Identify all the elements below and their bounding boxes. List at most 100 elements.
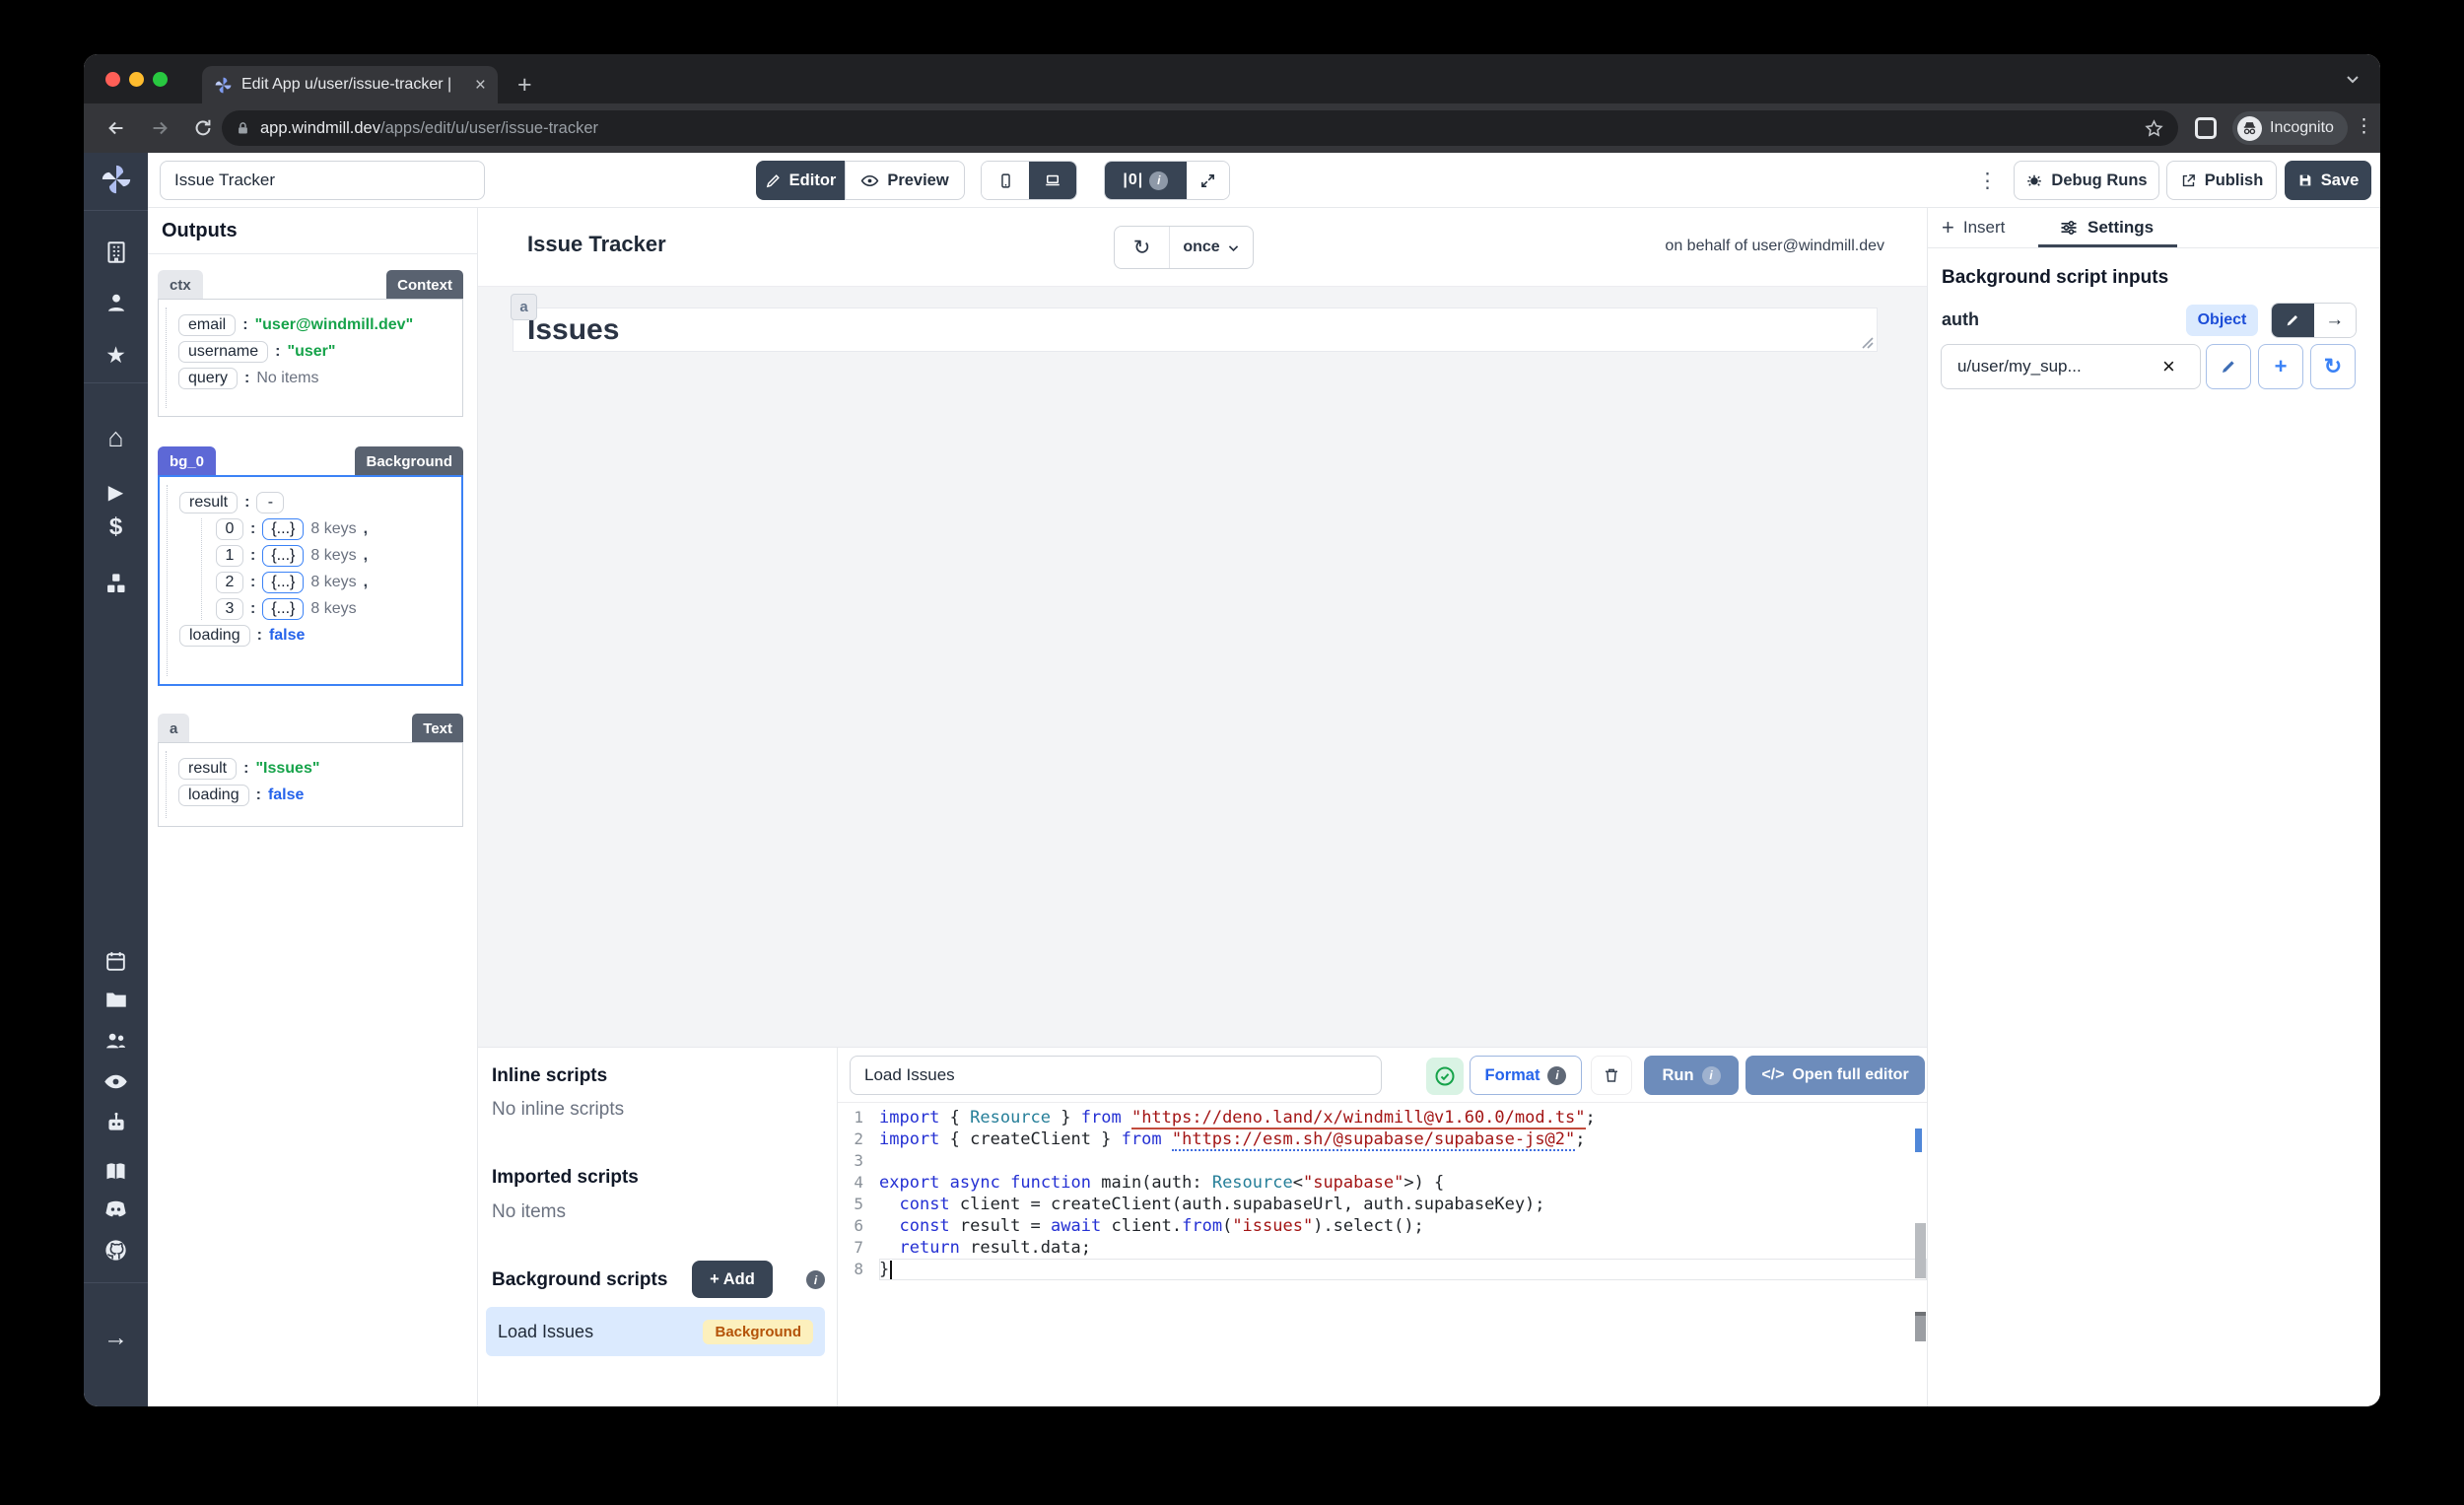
schedule-dropdown[interactable]: once (1170, 227, 1253, 268)
outputs-toggle-glyph: |0| (1123, 171, 1143, 189)
browser-menu-icon[interactable]: ⋮ (2355, 115, 2373, 138)
mobile-icon (997, 171, 1014, 190)
ctx-output-card[interactable]: email: "user@windmill.dev" username: "us… (158, 299, 463, 417)
connect-mode-button[interactable]: → (2314, 304, 2357, 337)
toggle-outputs-button[interactable]: |0| i (1105, 162, 1187, 199)
sidebar-item-discord[interactable] (84, 1196, 148, 1222)
a-tag[interactable]: a (158, 714, 189, 743)
code-line: 2import { createClient } from "https://e… (838, 1129, 1927, 1150)
pencil-icon (2285, 312, 2300, 328)
mobile-view-button[interactable] (982, 162, 1029, 199)
a-output-card[interactable]: result: "Issues" loading: false (158, 742, 463, 827)
discord-icon (103, 1196, 129, 1222)
check-circle-icon (1433, 1064, 1457, 1088)
close-window-button[interactable] (105, 72, 120, 87)
info-icon: i (1149, 171, 1168, 190)
collapse-toggle[interactable]: - (256, 492, 284, 513)
new-tab-button[interactable]: + (517, 66, 532, 103)
laptop-icon (1043, 171, 1062, 189)
open-full-editor-button[interactable]: </> Open full editor (1745, 1056, 1925, 1095)
add-background-script-button[interactable]: + Add (692, 1261, 773, 1298)
text-component[interactable]: Issues (513, 308, 1878, 352)
script-name-input[interactable] (850, 1056, 1382, 1095)
sidebar-item-home[interactable]: ⌂ (84, 424, 148, 451)
inline-scripts-title: Inline scripts (492, 1065, 607, 1087)
format-button[interactable]: Format i (1470, 1056, 1582, 1095)
output-row: result: - (179, 492, 449, 513)
scrollbar-thumb[interactable] (1915, 1223, 1926, 1278)
tab-search-chevron-icon[interactable] (2345, 71, 2361, 87)
object-expand-pill[interactable]: {...} (262, 572, 304, 593)
sidebar-item-folders[interactable] (84, 987, 148, 1012)
incognito-badge: Incognito (2232, 111, 2348, 145)
save-button[interactable]: Save (2285, 161, 2371, 200)
sidebar-item-groups[interactable] (84, 1027, 148, 1054)
sidebar-item-workspace[interactable] (84, 239, 148, 265)
resize-handle-icon[interactable] (1862, 337, 1874, 349)
refresh-button[interactable]: ↻ (1115, 227, 1170, 268)
back-icon[interactable] (105, 117, 127, 139)
output-row: 0: {...} 8 keys, (216, 518, 449, 540)
tab-settings[interactable]: Settings (2059, 214, 2154, 241)
sidebar-item-favorites[interactable]: ★ (84, 341, 148, 369)
reload-icon[interactable] (192, 117, 214, 139)
desktop-view-button[interactable] (1029, 162, 1076, 199)
sidebar-item-workers[interactable] (84, 1110, 148, 1135)
sidebar-expand-button[interactable]: → (84, 1324, 148, 1351)
address-bar[interactable]: app.windmill.dev/apps/edit/u/user/issue-… (222, 110, 2178, 146)
refresh-resource-button[interactable]: ↻ (2310, 344, 2356, 389)
type-badge: Object (2186, 305, 2258, 336)
tab-strip: Edit App u/user/issue-tracker | × + (84, 54, 2380, 103)
browser-tab[interactable]: Edit App u/user/issue-tracker | × (202, 66, 498, 103)
windmill-logo-icon[interactable] (84, 163, 148, 196)
bug-icon (2025, 171, 2043, 189)
object-expand-pill[interactable]: {...} (262, 518, 304, 540)
fullscreen-button[interactable] (1187, 162, 1229, 199)
preview-tab-button[interactable]: Preview (845, 161, 965, 200)
bookmark-star-icon[interactable] (2144, 118, 2164, 139)
object-expand-pill[interactable]: {...} (262, 545, 304, 567)
app-name-input[interactable] (160, 161, 485, 200)
sidebar-item-audit-logs[interactable] (84, 1068, 148, 1095)
context-badge: Context (386, 270, 463, 300)
sidebar-item-github[interactable] (84, 1237, 148, 1264)
component-id-tag[interactable]: a (511, 294, 537, 320)
sidebar-item-resources[interactable] (84, 571, 148, 597)
outputs-fullscreen-toggle: |0| i (1104, 161, 1230, 200)
sidebar-item-variables[interactable]: $ (84, 513, 148, 541)
sidebar-item-docs[interactable] (84, 1159, 148, 1186)
tab-insert[interactable]: + Insert (1942, 214, 2005, 241)
arrow-right-icon: → (103, 1324, 128, 1351)
run-button[interactable]: Run i (1644, 1056, 1739, 1095)
minimize-window-button[interactable] (129, 72, 144, 87)
delete-script-button[interactable] (1591, 1056, 1632, 1095)
static-mode-button[interactable] (2272, 304, 2314, 337)
code-editor[interactable]: 1import { Resource } from "https://deno.… (838, 1107, 1927, 1280)
bg0-tag[interactable]: bg_0 (158, 446, 216, 476)
app-canvas[interactable]: a Issues (478, 287, 1927, 1047)
sidebar-item-runs[interactable]: ▶ (84, 479, 148, 507)
sidebar-item-schedules[interactable] (84, 949, 148, 974)
maximize-window-button[interactable] (153, 72, 168, 87)
debug-runs-button[interactable]: Debug Runs (2014, 161, 2159, 200)
windmill-favicon-icon (214, 76, 233, 95)
dollar-icon: $ (109, 513, 122, 540)
sidebar-item-user[interactable] (84, 290, 148, 315)
app-menu-icon[interactable]: ⋮ (1977, 169, 1998, 193)
code-line: 1import { Resource } from "https://deno.… (838, 1107, 1927, 1129)
inline-scripts-empty: No inline scripts (492, 1099, 624, 1121)
ctx-tag[interactable]: ctx (158, 270, 203, 300)
clear-resource-icon[interactable]: × (2162, 354, 2175, 379)
background-script-item[interactable]: Load Issues Background (486, 1307, 825, 1356)
expand-icon (1199, 172, 1216, 189)
editor-tab-button[interactable]: Editor (756, 161, 845, 200)
tab-close-icon[interactable]: × (475, 76, 486, 95)
side-panel-icon[interactable] (2195, 117, 2217, 139)
object-expand-pill[interactable]: {...} (262, 598, 304, 620)
publish-button[interactable]: Publish (2166, 161, 2277, 200)
edit-resource-button[interactable] (2206, 344, 2251, 389)
bg0-output-card[interactable]: result: - 0: {...} 8 keys, 1: {...} 8 ke… (158, 475, 463, 686)
text-badge: Text (412, 714, 463, 743)
add-resource-button[interactable]: + (2258, 344, 2303, 389)
forward-icon[interactable] (149, 117, 171, 139)
